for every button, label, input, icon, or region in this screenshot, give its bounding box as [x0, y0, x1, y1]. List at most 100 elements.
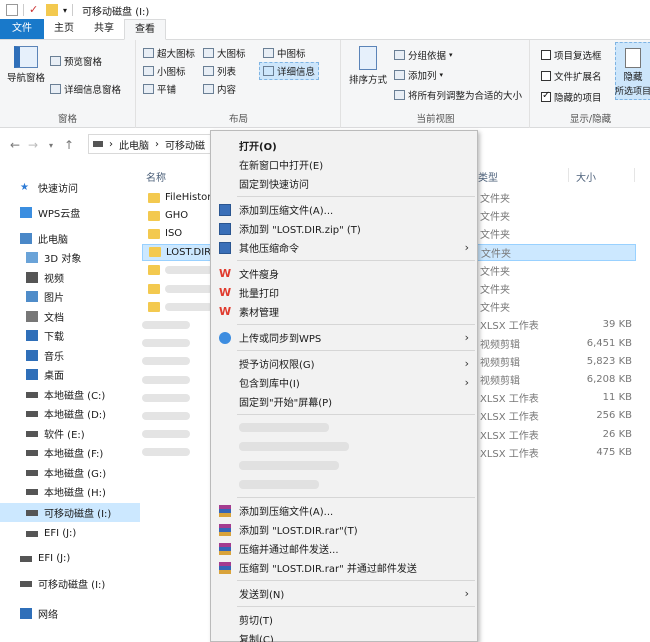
- menu-item[interactable]: 其他压缩命令 ›: [211, 238, 477, 257]
- fit-columns-button[interactable]: 将所有列调整为合适的大小: [394, 88, 522, 102]
- nav-item-label: WPS云盘: [38, 209, 81, 220]
- file-size: 6,208 KB: [586, 374, 632, 385]
- layout-details[interactable]: 详细信息: [259, 62, 320, 80]
- menu-item[interactable]: 剪切(T): [211, 610, 477, 629]
- breadcrumb-this-pc[interactable]: 此电脑: [119, 137, 149, 152]
- sort-by-button[interactable]: 排序方式: [346, 46, 390, 86]
- address-bar[interactable]: › 此电脑 › 可移动磁: [88, 134, 212, 154]
- current-view-group: 排序方式 分组依据 ▾ 添加列 ▾ 将所有列调整为合适的大小 当前视图: [342, 40, 530, 128]
- details-pane-button[interactable]: 详细信息窗格: [50, 82, 121, 96]
- tab-home[interactable]: 主页: [44, 19, 84, 39]
- menu-item[interactable]: 添加到压缩文件(A)...: [211, 200, 477, 219]
- list-icon: [203, 66, 214, 76]
- blurred-menu-item[interactable]: [239, 461, 339, 470]
- nav-item[interactable]: 图片: [0, 287, 140, 306]
- blurred-menu-item[interactable]: [239, 442, 349, 451]
- submenu-chevron-right-icon: ›: [464, 376, 469, 389]
- blurred-menu-item[interactable]: [239, 480, 319, 489]
- column-header-name[interactable]: 名称: [146, 169, 166, 184]
- layout-large-icons[interactable]: 大图标: [203, 46, 246, 60]
- nav-item[interactable]: 3D 对象: [0, 248, 140, 267]
- nav-item[interactable]: 本地磁盘 (C:): [0, 385, 140, 404]
- menu-item[interactable]: 包含到库中(I) ›: [211, 373, 477, 392]
- checkmark-icon[interactable]: ✓: [29, 4, 41, 16]
- tab-share[interactable]: 共享: [84, 19, 124, 39]
- up-arrow-icon[interactable]: ↑: [60, 138, 78, 152]
- nav-item[interactable]: 视频: [0, 268, 140, 287]
- layout-content[interactable]: 内容: [203, 82, 236, 96]
- column-header-size[interactable]: 大小: [576, 169, 596, 184]
- nav-item[interactable]: 本地磁盘 (H:): [0, 482, 140, 501]
- file-extensions-toggle[interactable]: 文件扩展名: [541, 69, 602, 83]
- nav-item[interactable]: EFI (J:): [0, 549, 140, 568]
- layout-option-label: 大图标: [217, 49, 246, 60]
- add-column-button[interactable]: 添加列 ▾: [394, 68, 443, 82]
- submenu-chevron-right-icon: ›: [464, 331, 469, 344]
- customize-toolbar-icon[interactable]: ▾: [63, 6, 67, 15]
- nav-item[interactable]: 文档: [0, 307, 140, 326]
- navigation-pane-button[interactable]: 导航窗格: [6, 46, 46, 84]
- menu-item[interactable]: 上传或同步到WPS ›: [211, 328, 477, 347]
- menu-item[interactable]: W 文件瘦身: [211, 264, 477, 283]
- file-extensions-checkbox[interactable]: [541, 71, 551, 81]
- hidden-items-checkbox[interactable]: [541, 90, 551, 102]
- menu-item[interactable]: 添加到 "LOST.DIR.zip" (T): [211, 219, 477, 238]
- menu-item[interactable]: 在新窗口中打开(E): [211, 155, 477, 174]
- nav-item[interactable]: EFI (J:): [0, 524, 140, 543]
- menu-item[interactable]: W 素材管理: [211, 302, 477, 321]
- nav-item[interactable]: 桌面: [0, 365, 140, 384]
- layout-list[interactable]: 列表: [203, 64, 236, 78]
- nav-item[interactable]: 音乐: [0, 346, 140, 365]
- preview-pane-button[interactable]: 预览窗格: [50, 54, 102, 68]
- menu-item[interactable]: 压缩并通过邮件发送...: [211, 539, 477, 558]
- menu-item[interactable]: 固定到"开始"屏幕(P): [211, 392, 477, 411]
- back-arrow-icon[interactable]: ←: [6, 138, 24, 152]
- nav-item[interactable]: 此电脑: [0, 229, 140, 248]
- menu-item[interactable]: 发送到(N) ›: [211, 584, 477, 603]
- item-checkboxes-checkbox[interactable]: [541, 50, 551, 60]
- nav-item[interactable]: 可移动磁盘 (I:): [0, 503, 140, 522]
- layout-medium-icons[interactable]: 中图标: [263, 46, 306, 60]
- menu-item[interactable]: 固定到快速访问: [211, 174, 477, 193]
- menu-item[interactable]: 授予访问权限(G) ›: [211, 354, 477, 373]
- folder-icon[interactable]: [46, 4, 58, 16]
- layout-option-label: 列表: [217, 67, 237, 78]
- layout-small-icons[interactable]: 小图标: [143, 64, 186, 78]
- menu-item-label: 添加到压缩文件(A)...: [239, 507, 334, 518]
- nav-item-label: 视频: [44, 274, 64, 285]
- menu-item[interactable]: W 批量打印: [211, 283, 477, 302]
- layout-tiles[interactable]: 平铺: [143, 82, 176, 96]
- nav-item[interactable]: 本地磁盘 (D:): [0, 404, 140, 423]
- drive-icon: [26, 488, 38, 495]
- forward-arrow-icon[interactable]: →: [24, 138, 42, 152]
- tab-file[interactable]: 文件: [0, 19, 44, 39]
- nav-item[interactable]: 本地磁盘 (G:): [0, 463, 140, 482]
- menu-item[interactable]: 添加到压缩文件(A)...: [211, 501, 477, 520]
- breadcrumb-separator-icon: ›: [109, 138, 113, 150]
- item-checkboxes-toggle[interactable]: 项目复选框: [541, 48, 602, 62]
- nav-item[interactable]: 下载: [0, 326, 140, 345]
- nav-item[interactable]: 可移动磁盘 (I:): [0, 574, 140, 593]
- nav-item[interactable]: WPS云盘: [0, 203, 140, 222]
- menu-item[interactable]: 打开(O): [211, 136, 477, 155]
- quick-access-properties-icon[interactable]: [6, 4, 18, 16]
- nav-item[interactable]: 本地磁盘 (F:): [0, 443, 140, 462]
- tab-view[interactable]: 查看: [124, 19, 166, 40]
- layout-option-label: 超大图标: [157, 49, 196, 60]
- nav-item[interactable]: 网络: [0, 604, 140, 623]
- blurred-menu-item[interactable]: [239, 423, 329, 432]
- file-size: 6,451 KB: [586, 337, 632, 349]
- menu-item[interactable]: 添加到 "LOST.DIR.rar"(T): [211, 520, 477, 539]
- layout-extra-large-icons[interactable]: 超大图标: [143, 46, 195, 60]
- extra-large-icons-icon: [143, 48, 154, 58]
- nav-item[interactable]: ★ 快速访问: [0, 178, 140, 197]
- hidden-items-toggle[interactable]: 隐藏的项目: [541, 90, 602, 104]
- nav-item[interactable]: 软件 (E:): [0, 424, 140, 443]
- hide-selected-button[interactable]: 隐藏 所选项目: [615, 42, 650, 100]
- breadcrumb-removable-disk[interactable]: 可移动磁: [165, 137, 205, 152]
- menu-item[interactable]: 复制(C): [211, 629, 477, 642]
- menu-item[interactable]: 压缩到 "LOST.DIR.rar" 并通过邮件发送: [211, 558, 477, 577]
- recent-locations-chevron-icon[interactable]: ▾: [42, 141, 60, 150]
- group-by-button[interactable]: 分组依据 ▾: [394, 48, 453, 62]
- column-header-type[interactable]: 类型: [478, 169, 498, 184]
